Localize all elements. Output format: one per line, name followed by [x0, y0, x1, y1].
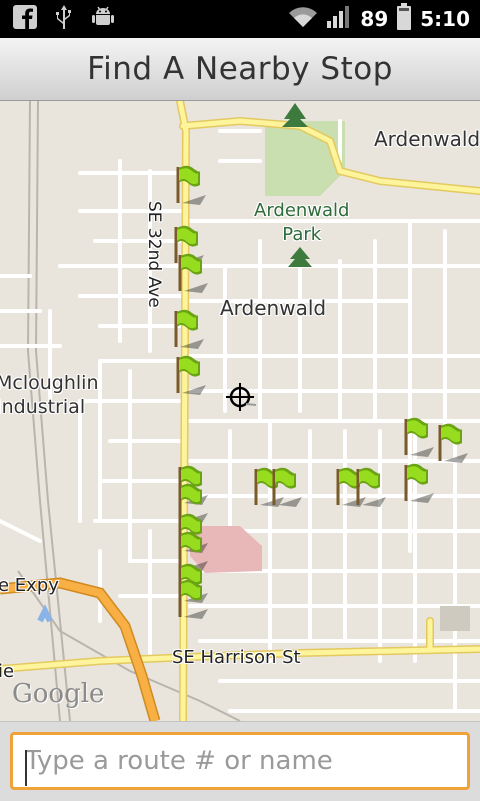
search-panel [0, 721, 480, 801]
stop-flag-icon[interactable] [168, 307, 208, 349]
highway-label: e Expy [0, 575, 59, 596]
status-bar: 89 5:10 [0, 0, 480, 38]
stop-flag-icon[interactable] [432, 421, 472, 463]
stop-flag-icon[interactable] [172, 577, 212, 619]
park-label: Ardenwald Park [254, 200, 350, 245]
battery-level: 89 [360, 7, 389, 31]
street-label: SE 32nd Ave [144, 201, 164, 308]
crosshair-icon [226, 383, 256, 413]
place-label: Ardenwald [374, 127, 480, 151]
clock: 5:10 [420, 7, 470, 31]
usb-icon [52, 3, 76, 35]
street-label: SE Harrison St [172, 647, 301, 668]
stop-flag-icon[interactable] [398, 461, 438, 503]
place-label: Ardenwald [220, 296, 327, 320]
route-search-input[interactable] [10, 732, 470, 790]
battery-icon [396, 3, 412, 35]
page-title: Find A Nearby Stop [87, 51, 393, 87]
stop-flag-icon[interactable] [170, 353, 210, 395]
stop-flag-icon[interactable] [172, 251, 212, 293]
text-cursor [25, 750, 27, 786]
facebook-icon [12, 4, 38, 34]
signal-icon [326, 5, 352, 33]
wifi-icon [288, 5, 318, 33]
stop-flag-icon[interactable] [266, 465, 306, 507]
title-bar: Find A Nearby Stop [0, 38, 480, 101]
google-attribution: Google [12, 679, 105, 709]
android-debug-icon [90, 4, 116, 34]
stop-flag-icon[interactable] [170, 163, 210, 205]
stop-flag-icon[interactable] [350, 465, 390, 507]
place-label: Mcloughlin Industrial [0, 372, 99, 418]
map-view[interactable]: Ardenwald Ardenwald Park Ardenwald Mclou… [0, 101, 480, 721]
